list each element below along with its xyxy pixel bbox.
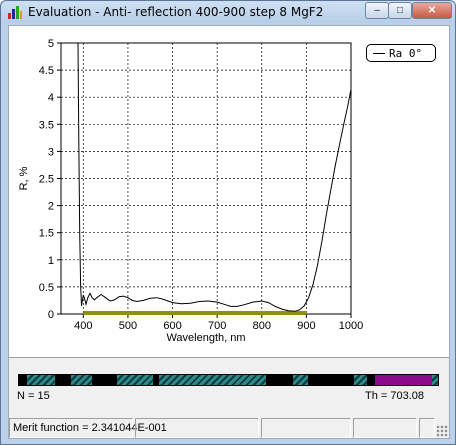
x-tick-label: 600 [163,320,181,332]
y-tick-label: 0 [48,309,54,321]
legend-label: Ra 0° [389,47,423,60]
reflectance-chart: 0 0.5 1 1.5 2 2.5 3 3.5 4 4.5 5 400 500 600 700 800 900 1… [18,38,363,344]
app-icon [8,6,22,19]
plot-panel: 0 0.5 1 1.5 2 2.5 3 3.5 4 4.5 5 400 500 600 700 800 900 1… [9,26,449,358]
layer-segment [431,375,438,385]
y-tick-label: 4 [48,92,54,104]
minimize-icon: – [374,5,380,16]
y-axis-label: R, % [18,166,30,190]
window-title: Evaluation - Anti- reflection 400-900 st… [28,5,324,19]
title-bar[interactable]: Evaluation - Anti- reflection 400-900 st… [1,1,455,23]
x-tick-label: 1000 [339,320,363,332]
layer-structure-panel: N = 15 Th = 703.08 [9,360,449,408]
layer-segment [159,375,267,385]
maximize-icon: □ [396,5,404,16]
y-tick-label: 4.5 [39,65,54,77]
layer-segment [27,375,55,385]
y-tick-label: 0.5 [39,282,54,294]
series-line [77,42,352,312]
y-tick-label: 5 [48,38,54,50]
layer-strip[interactable] [18,374,439,386]
target-band [83,311,307,315]
layer-segment [375,375,432,385]
x-tick-label: 400 [74,320,92,332]
x-tick-label: 800 [253,320,271,332]
layer-segment [293,375,309,385]
x-tick-label: 900 [297,320,315,332]
thickness-label: Th = 703.08 [365,390,425,402]
status-cell-3 [261,418,351,438]
status-cell-4 [353,418,417,438]
status-bar: Merit function = 2.341044E-001 [9,417,449,438]
layer-segment [117,375,154,385]
y-tick-label: 2 [48,201,54,213]
y-tick-label: 1 [48,255,54,267]
maximize-button[interactable]: □ [388,2,412,19]
client-area: 0 0.5 1 1.5 2 2.5 3 3.5 4 4.5 5 400 500 600 700 800 900 1… [8,25,450,439]
x-tick-label: 700 [208,320,226,332]
layer-segment [71,375,93,385]
x-tick-label: 500 [119,320,137,332]
minimize-button[interactable]: – [365,2,389,19]
y-tick-label: 1.5 [39,228,54,240]
layer-count-label: N = 15 [17,390,50,402]
y-tick-label: 2.5 [39,174,54,186]
y-tick-label: 3 [48,146,54,158]
resize-grip[interactable] [436,425,448,437]
x-axis-label: Wavelength, nm [166,332,245,344]
legend-line-swatch [373,53,385,54]
merit-function-status: Merit function = 2.341044E-001 [9,418,167,438]
y-tick-label: 3.5 [39,119,54,131]
layer-segment [354,375,367,385]
status-cell-2 [135,418,259,438]
chart-legend: Ra 0° [366,44,436,62]
evaluation-window: Evaluation - Anti- reflection 400-900 st… [0,0,456,445]
close-icon: ✕ [427,5,437,16]
close-button[interactable]: ✕ [412,2,452,19]
status-cell-5 [419,418,435,438]
